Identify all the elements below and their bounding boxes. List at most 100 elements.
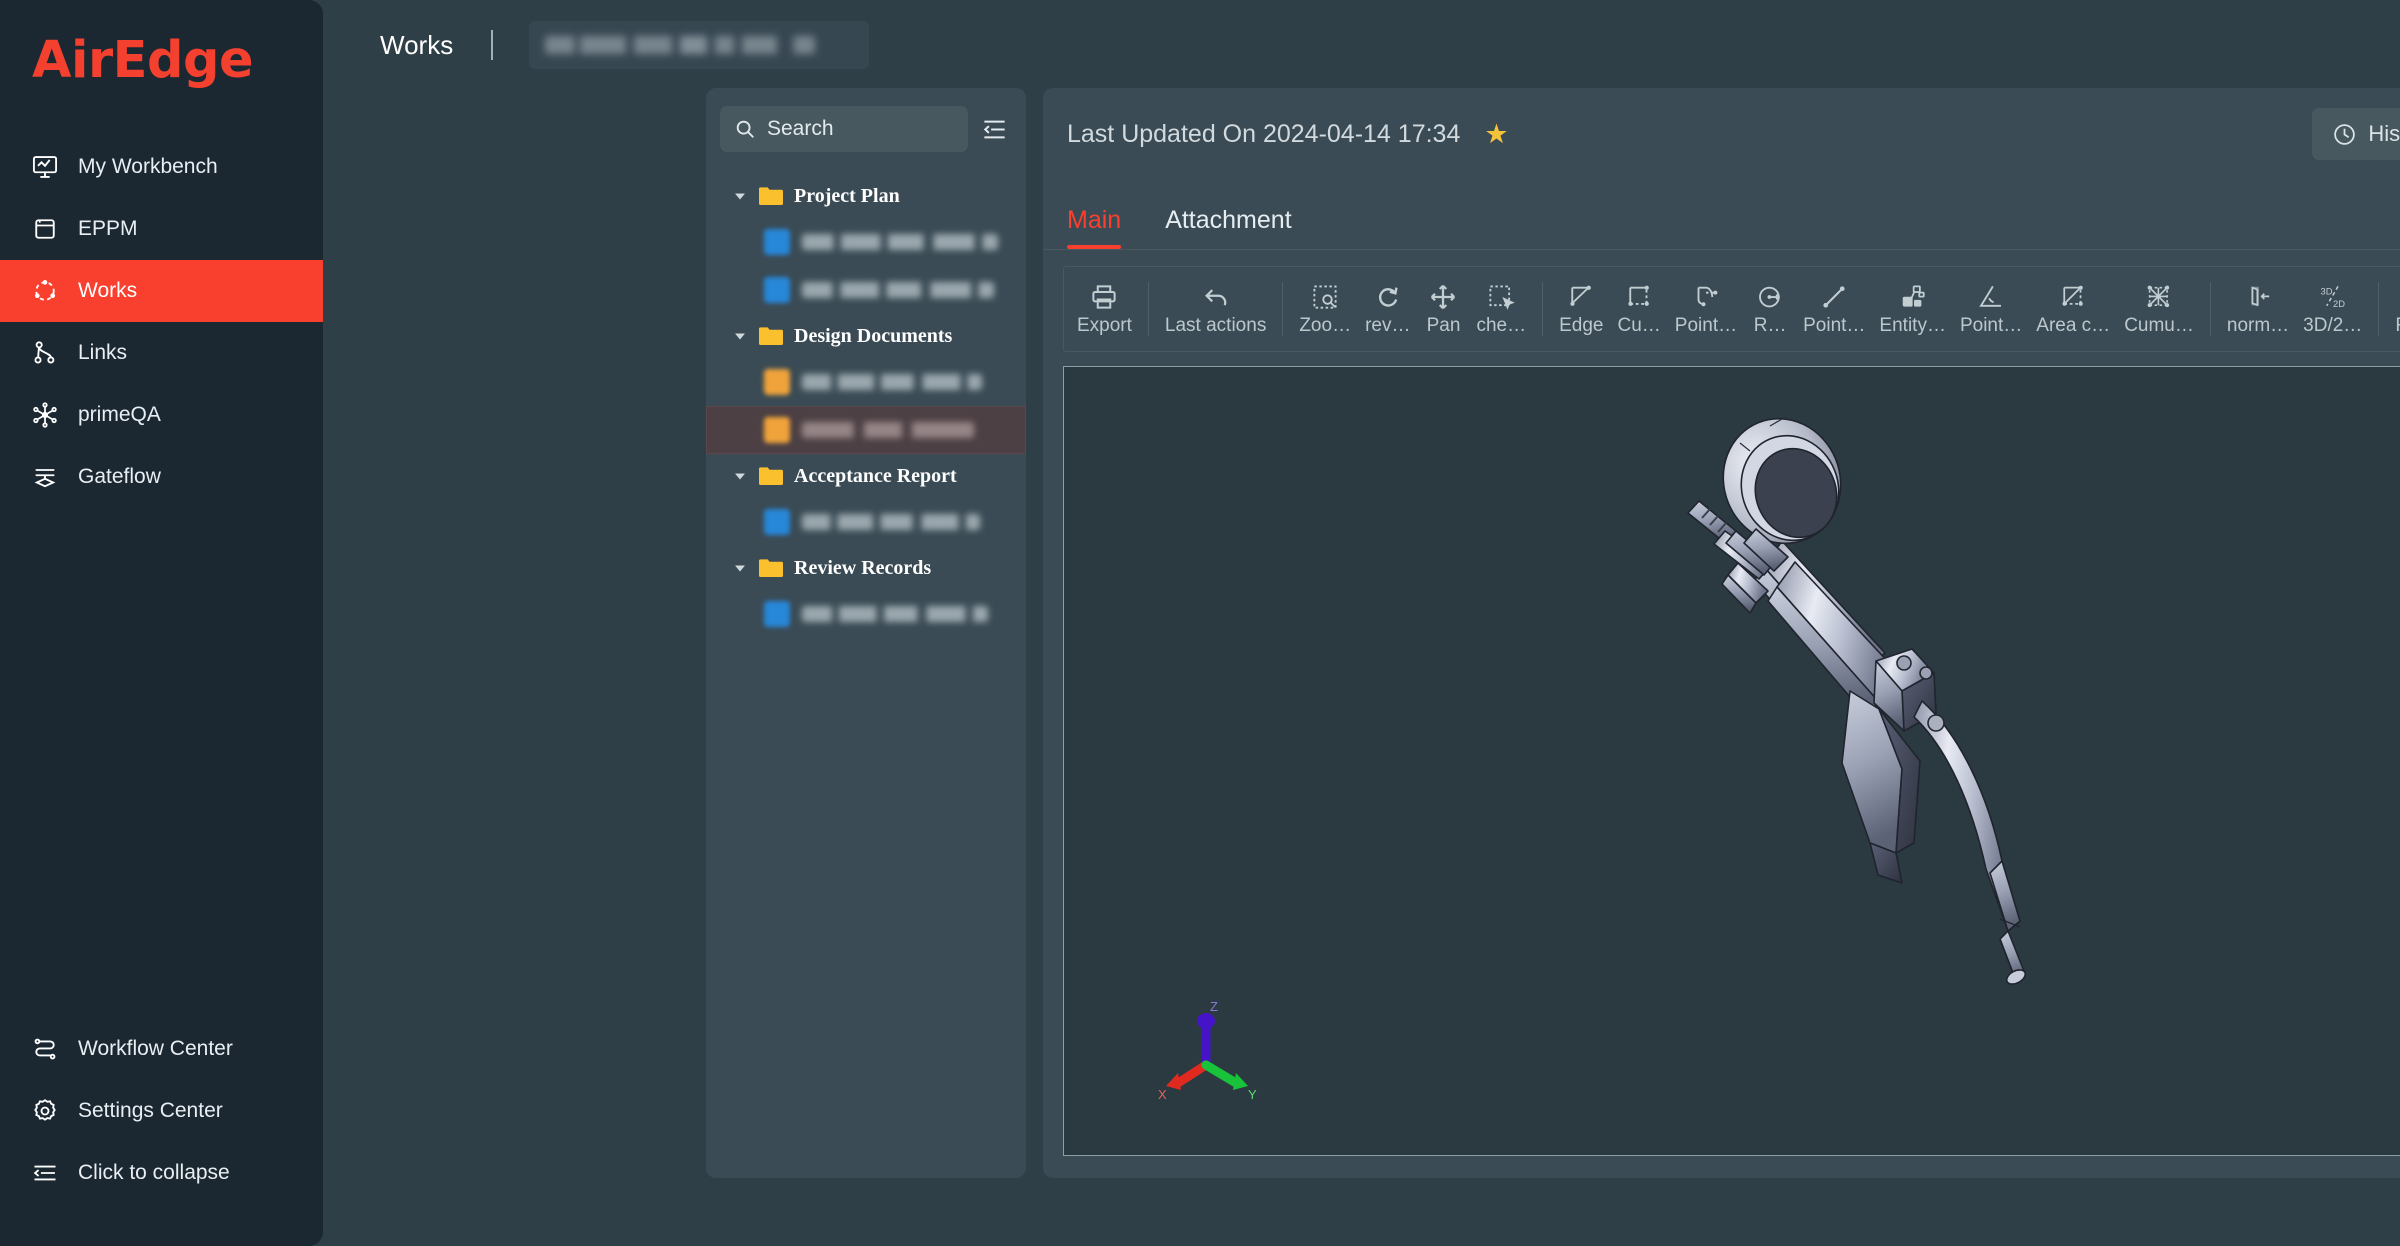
cad-document-icon [764,369,790,395]
toolbar-divider [2209,282,2211,336]
tool-point-to-surface[interactable]: Point… [1668,270,1744,348]
breadcrumb-selector[interactable] [529,21,870,69]
tool-label: Export [1077,314,1132,336]
brand-logo[interactable]: AirEdge [0,0,323,120]
tool-curve[interactable]: Cu… [1611,270,1668,348]
tree-folder-label: Review Records [794,556,932,579]
tool-zoom[interactable]: Zoo… [1292,270,1358,348]
tool-label: Pan [1426,314,1461,336]
tab-main[interactable]: Main [1067,206,1122,249]
favorite-star-icon[interactable]: ★ [1484,119,1508,150]
tool-angle[interactable]: Point… [1953,270,2029,348]
tree-folder-label: Acceptance Report [794,464,957,487]
curve-measure-icon [1628,285,1650,306]
sidebar-item-works[interactable]: Works [0,260,323,322]
collapse-tree-icon[interactable] [976,111,1012,147]
sidebar-item-settings-center[interactable]: Settings Center [0,1080,323,1142]
tool-revolve[interactable]: rev… [1358,270,1417,348]
tree-folder-acceptance-report[interactable]: Acceptance Report [706,454,1026,498]
tool-label: Point… [1674,314,1738,336]
search-icon [736,120,754,138]
tree-file-label-redacted [802,374,982,390]
document-tree-panel: Search Project Plan Design Documents Acc… [706,88,1026,1178]
tree-file-label-redacted [802,606,988,622]
sidebar-item-eppm[interactable]: EPPM [0,198,323,260]
area-calc-icon [2062,285,2083,306]
tool-edge[interactable]: Edge [1552,270,1610,348]
tool-point-to-point[interactable]: Point… [1796,270,1872,348]
sidebar-item-my-workbench[interactable]: My Workbench [0,136,323,198]
tool-label: 3D/2… [2303,314,2363,336]
tree-file-item[interactable] [706,498,1026,546]
axis-label-y: Y [1248,1087,1257,1102]
sidebar-item-label: Works [78,279,138,302]
tool-3d-2d-toggle[interactable]: 3D 2D 3D/2… [2296,270,2369,348]
tree-file-item[interactable] [706,266,1026,314]
sidebar-item-label: Settings Center [78,1099,223,1122]
workflow-icon [30,1034,60,1064]
sidebar-collapse-toggle[interactable]: Click to collapse [0,1142,323,1204]
sidebar-item-workflow-center[interactable]: Workflow Center [0,1018,323,1080]
document-content-panel: Last Updated On 2024-04-14 17:34 ★ Histo… [1043,88,2400,1178]
tree-file-item[interactable] [706,218,1026,266]
sidebar-item-gateflow[interactable]: Gateflow [0,446,323,508]
tool-label: R… [1753,314,1787,336]
sidebar-item-label: EPPM [78,217,138,240]
tool-pan[interactable]: Pan [1417,270,1469,348]
tool-last-actions[interactable]: Last actions [1158,270,1273,348]
tree-file-label-redacted [802,282,994,298]
tool-export[interactable]: Export [1070,270,1139,348]
tree-file-label-redacted [802,514,980,530]
tree-file-item[interactable] [706,358,1026,406]
secondary-nav: Workflow Center Settings Center Click to… [0,1018,323,1246]
sidebar-item-links[interactable]: Links [0,322,323,384]
tool-label: Area c… [2036,314,2111,336]
tab-attachment[interactable]: Attachment [1165,206,1291,249]
tool-label: rev… [1365,314,1411,336]
tree-folder-review-records[interactable]: Review Records [706,546,1026,590]
tool-label: Full S… [2395,315,2400,337]
chevron-down-icon [735,473,745,480]
gate-flow-icon [30,462,60,492]
tree-file-label-redacted [802,234,998,250]
cad-toolbar: Export Last actions Zoo… rev… Pan che… E… [1063,266,2400,352]
tool-label: norm… [2226,314,2290,336]
tool-label: Zoo… [1299,314,1352,336]
tool-area-calc[interactable]: Area c… [2029,270,2117,348]
tree-file-item[interactable] [706,590,1026,638]
tool-check-select[interactable]: che… [1469,270,1533,348]
printer-icon [1092,284,1117,309]
tool-normal-view[interactable]: norm… [2220,270,2296,348]
historical-button[interactable]: Historical [2312,108,2400,160]
tree-folder-design-documents[interactable]: Design Documents [706,314,1026,358]
sidebar-item-primeqa[interactable]: primeQA [0,384,323,446]
toolbar-divider [2378,282,2380,336]
search-placeholder: Search [767,117,834,140]
cad-viewport[interactable]: Z X Y [1063,366,2400,1156]
tree-folder-label: Design Documents [794,324,953,347]
search-input[interactable]: Search [720,106,968,152]
tool-fullscreen[interactable]: Full S… [2388,270,2400,348]
clock-icon [2334,123,2356,145]
axis-label-z: Z [1210,999,1218,1014]
tool-label: Cu… [1617,314,1661,336]
primary-nav: My Workbench EPPM Works Links primeQA Ga… [0,136,323,508]
tree-folder-label: Project Plan [794,184,900,207]
folder-icon [759,559,784,577]
brand-name: AirEdge [32,30,254,90]
tab-label: Main [1067,206,1122,234]
tree-folder-project-plan[interactable]: Project Plan [706,174,1026,218]
window-stack-icon [30,214,60,244]
left-sidebar: AirEdge My Workbench EPPM Works Links pr… [0,0,323,1246]
angle-icon [1979,285,2002,307]
tool-label: Point… [1959,314,2023,336]
tool-radius[interactable]: R… [1744,270,1796,348]
tool-label: che… [1476,314,1527,336]
sidebar-item-label: Gateflow [78,465,161,488]
toolbar-divider [1147,282,1149,336]
tool-cumulative[interactable]: Cumu… [2117,270,2201,348]
tool-label: Cumu… [2124,314,2194,336]
tree-file-item-selected[interactable] [706,406,1026,454]
sidebar-item-label: Workflow Center [78,1037,233,1060]
tool-entity-distance[interactable]: Entity… [1872,270,1953,348]
